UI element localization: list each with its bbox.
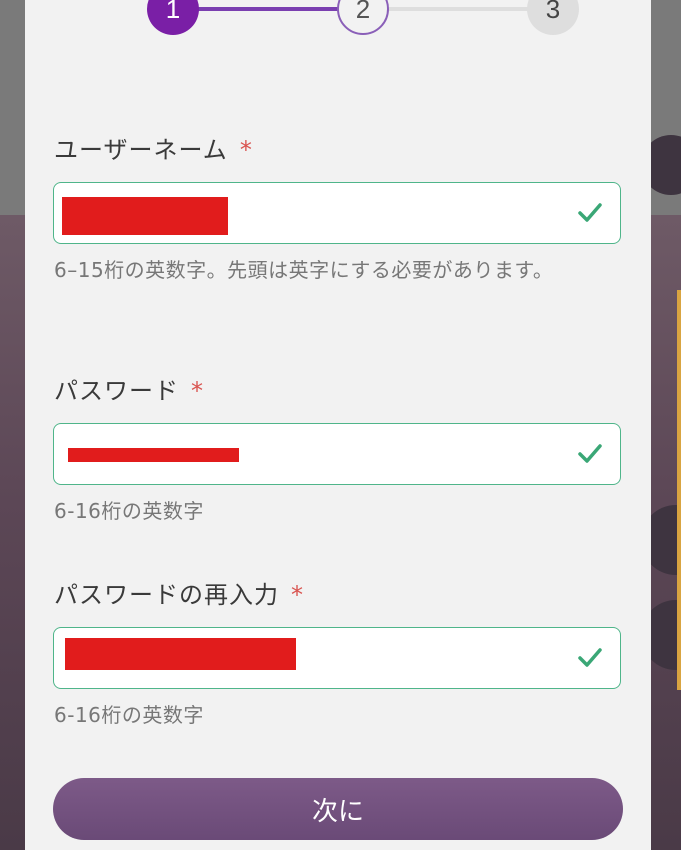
required-mark: * [191, 377, 204, 405]
redacted-value [65, 638, 296, 670]
password-confirm-label: パスワードの再入力 * [54, 575, 304, 610]
username-hint: 6–15桁の英数字。先頭は英字にする必要があります。 [54, 258, 554, 282]
redacted-value [62, 197, 228, 235]
redacted-value [68, 448, 239, 462]
stepper-progress-line [173, 7, 363, 11]
password-hint: 6-16桁の英数字 [54, 499, 204, 523]
password-confirm-hint: 6-16桁の英数字 [54, 703, 204, 727]
username-label: ユーザーネーム * [54, 130, 253, 165]
step-2: 2 [337, 0, 389, 35]
stepper-remaining-line [363, 7, 553, 11]
check-icon [578, 648, 602, 667]
signup-panel: 1 2 3 ユーザーネーム * 6–15桁の英数字。先頭は英字にする必要があります… [25, 0, 651, 850]
password-confirm-field[interactable] [53, 627, 621, 689]
username-field[interactable] [53, 182, 621, 244]
backdrop-edge [677, 290, 681, 690]
password-label: パスワード * [54, 371, 204, 406]
username-label-text: ユーザーネーム [54, 136, 228, 164]
password-label-text: パスワード [54, 377, 179, 405]
password-confirm-label-text: パスワードの再入力 [54, 581, 279, 609]
next-button[interactable]: 次に [53, 778, 623, 840]
step-1: 1 [147, 0, 199, 35]
check-icon [578, 203, 602, 222]
password-field[interactable] [53, 423, 621, 485]
required-mark: * [239, 136, 253, 164]
check-icon [578, 444, 602, 463]
required-mark: * [291, 581, 304, 609]
step-3: 3 [527, 0, 579, 35]
